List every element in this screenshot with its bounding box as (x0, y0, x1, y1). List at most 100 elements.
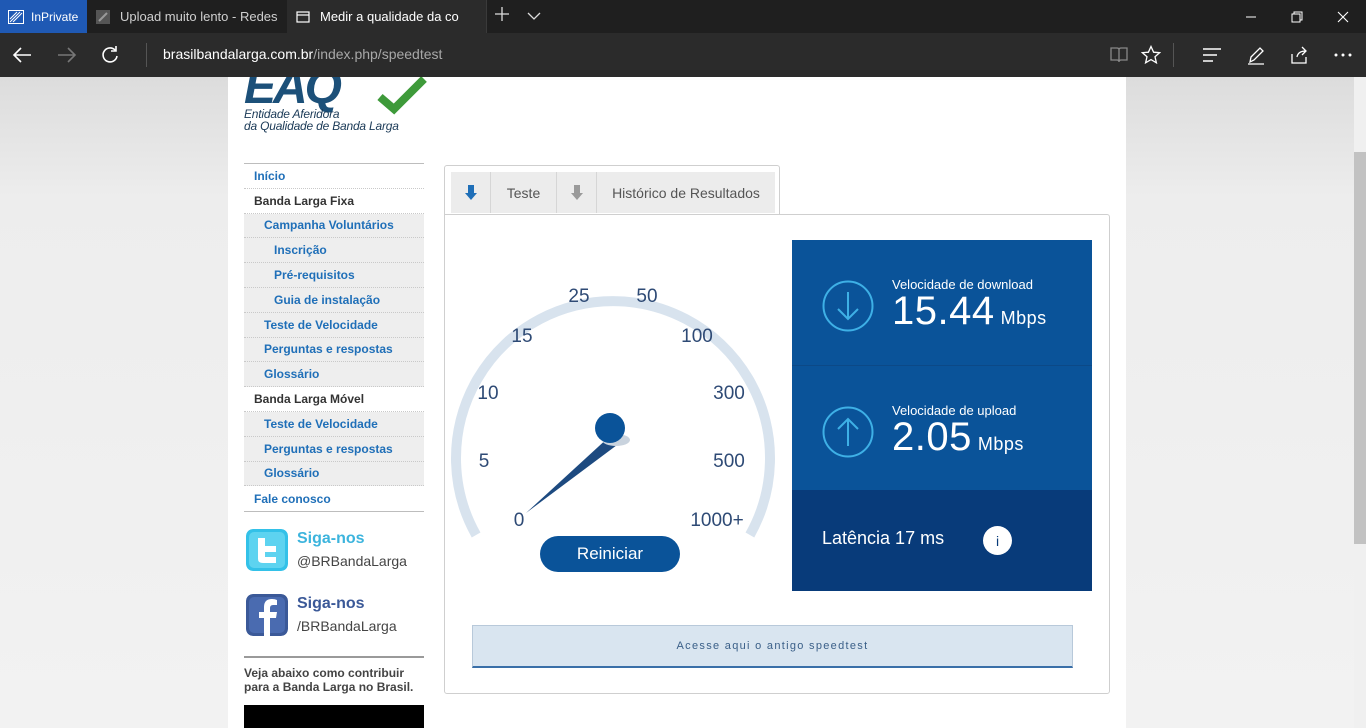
more-button[interactable] (1327, 39, 1359, 71)
facebook-follow[interactable]: Siga-nos /BRBandaLarga (244, 592, 424, 640)
history-tab-icon-cell[interactable] (557, 172, 597, 213)
download-value: 15.44 Mbps (892, 289, 1047, 334)
tab-list-button[interactable] (526, 8, 542, 27)
plus-icon (495, 7, 509, 21)
latency-result: Latência 17 ms i (792, 490, 1092, 591)
gauge-label-15: 15 (511, 326, 532, 347)
old-speedtest-link[interactable]: Acesse aqui o antigo speedtest (472, 625, 1073, 668)
sidebar-item-label: Fale conosco (254, 491, 331, 506)
sidebar-item-perguntas-fixa[interactable]: Perguntas e respostas (244, 337, 424, 363)
close-icon (1337, 11, 1349, 22)
sidebar-item-glossario-fixa[interactable]: Glossário (244, 362, 424, 388)
sidebar-section-banda-larga-fixa[interactable]: Banda Larga Fixa (244, 188, 424, 214)
url-path: /index.php/speedtest (313, 46, 443, 62)
sidebar-item-teste-velocidade-fixa[interactable]: Teste de Velocidade (244, 312, 424, 338)
web-note-button[interactable] (1240, 39, 1272, 71)
sidebar-item-label: Perguntas e respostas (264, 342, 393, 357)
address-separator (146, 43, 147, 67)
sidebar-section-banda-larga-movel[interactable]: Banda Larga Móvel (244, 387, 424, 412)
info-icon: i (995, 532, 1000, 549)
favorite-button[interactable] (1135, 39, 1167, 71)
restore-button[interactable] (1274, 0, 1320, 33)
gauge-needle (526, 436, 617, 513)
page-icon (296, 10, 310, 23)
hub-button[interactable] (1196, 39, 1228, 71)
url-domain: brasilbandalarga.com.br (163, 46, 314, 62)
sidebar-item-label: Pré-requisitos (274, 268, 355, 283)
restart-button[interactable]: Reiniciar (540, 536, 680, 572)
tab-title: Medir a qualidade da co (320, 9, 459, 24)
forward-button[interactable] (51, 39, 83, 71)
upload-value: 2.05 Mbps (892, 415, 1024, 460)
gauge-label-5: 5 (479, 451, 490, 472)
embedded-video-placeholder[interactable] (244, 705, 424, 728)
results-panel: Velocidade de download 15.44 Mbps Velocid… (792, 240, 1092, 591)
sidebar-item-label: Perguntas e respostas (264, 441, 393, 456)
back-button[interactable] (6, 39, 38, 71)
sidebar-item-inscricao[interactable]: Inscrição (244, 238, 424, 264)
gauge-label-300: 300 (713, 383, 745, 404)
sidebar-item-label: Glossário (264, 367, 320, 382)
restart-label: Reiniciar (576, 544, 644, 563)
minimize-icon (1246, 16, 1256, 17)
twitter-handle: @BRBandaLarga (297, 553, 407, 569)
tab-upload-muito-lento[interactable]: Upload muito lento - Redes (87, 0, 287, 33)
logo-line-2: da Qualidade de Banda Larga (244, 119, 399, 133)
sidebar-item-label: Início (254, 168, 286, 183)
sidebar-item-campanha-voluntarios[interactable]: Campanha Voluntários (244, 213, 424, 239)
old-speedtest-label: Acesse aqui o antigo speedtest (676, 640, 869, 652)
download-unit: Mbps (1000, 308, 1047, 328)
tab-historico[interactable]: Histórico de Resultados (597, 172, 775, 213)
twitter-follow[interactable]: Siga-nos @BRBandaLarga (244, 527, 424, 575)
latency-info-button[interactable]: i (983, 526, 1012, 555)
sidebar-item-guia-instalacao[interactable]: Guia de instalação (244, 287, 424, 313)
facebook-icon (246, 594, 288, 636)
speedtest-panel: 0 5 10 15 25 50 100 300 500 1000+ Reinic… (444, 214, 1110, 694)
address-bar: brasilbandalarga.com.br/index.php/speedt… (0, 33, 1366, 77)
gauge-label-1000: 1000+ (690, 510, 743, 531)
sidebar-item-pre-requisitos[interactable]: Pré-requisitos (244, 263, 424, 288)
page-favicon-icon (96, 9, 110, 24)
sidebar-item-label: Guia de instalação (274, 292, 381, 307)
minimize-button[interactable] (1228, 0, 1274, 33)
download-tab-icon-cell[interactable] (451, 172, 491, 213)
sidebar-item-label: Teste de Velocidade (264, 416, 378, 431)
toolbar-separator (1173, 43, 1174, 67)
sidebar-item-teste-velocidade-movel[interactable]: Teste de Velocidade (244, 411, 424, 437)
logo-subtitle: Entidade Aferidora da Qualidade de Banda… (244, 108, 399, 132)
gauge-label-500: 500 (713, 451, 745, 472)
sidebar-bottom-rule (244, 511, 424, 513)
share-button[interactable] (1283, 39, 1315, 71)
sidebar-item-label: Campanha Voluntários (264, 218, 394, 233)
gauge-label-100: 100 (681, 326, 713, 347)
download-number: 15.44 (892, 289, 995, 333)
tab-teste[interactable]: Teste (491, 172, 557, 213)
upload-number: 2.05 (892, 415, 972, 459)
speedtest-tabs: Teste Histórico de Resultados (444, 165, 780, 215)
arrow-left-icon (12, 47, 31, 63)
hub-icon (1203, 48, 1221, 62)
share-icon (1291, 46, 1307, 64)
sidebar-item-glossario-movel[interactable]: Glossário (244, 461, 424, 487)
gauge-label-50: 50 (636, 286, 657, 307)
sidebar-item-perguntas-movel[interactable]: Perguntas e respostas (244, 436, 424, 462)
upload-arrow-icon (822, 406, 874, 458)
tab-medir-qualidade[interactable]: Medir a qualidade da co (287, 0, 487, 33)
reading-view-button[interactable] (1103, 39, 1135, 71)
tab-label: Teste (506, 184, 541, 201)
sidebar-item-inicio[interactable]: Início (244, 164, 424, 189)
sidebar-item-fale-conosco[interactable]: Fale conosco (244, 486, 424, 512)
web-page: EAQ Entidade Aferidora da Qualidade de B… (0, 77, 1354, 728)
new-tab-button[interactable] (494, 6, 510, 26)
refresh-button[interactable] (94, 39, 126, 71)
refresh-icon (102, 46, 118, 63)
tab-title: Upload muito lento - Redes (120, 9, 278, 24)
inprivate-label: InPrivate (31, 9, 79, 24)
upload-result: Velocidade de upload 2.05 Mbps (792, 365, 1092, 490)
arrow-down-icon (464, 184, 477, 200)
scrollbar-thumb[interactable] (1354, 152, 1366, 544)
download-arrow-icon (822, 280, 874, 332)
sidebar-item-label: Banda Larga Móvel (254, 392, 365, 407)
close-window-button[interactable] (1320, 0, 1366, 33)
url-field[interactable]: brasilbandalarga.com.br/index.php/speedt… (163, 46, 442, 62)
